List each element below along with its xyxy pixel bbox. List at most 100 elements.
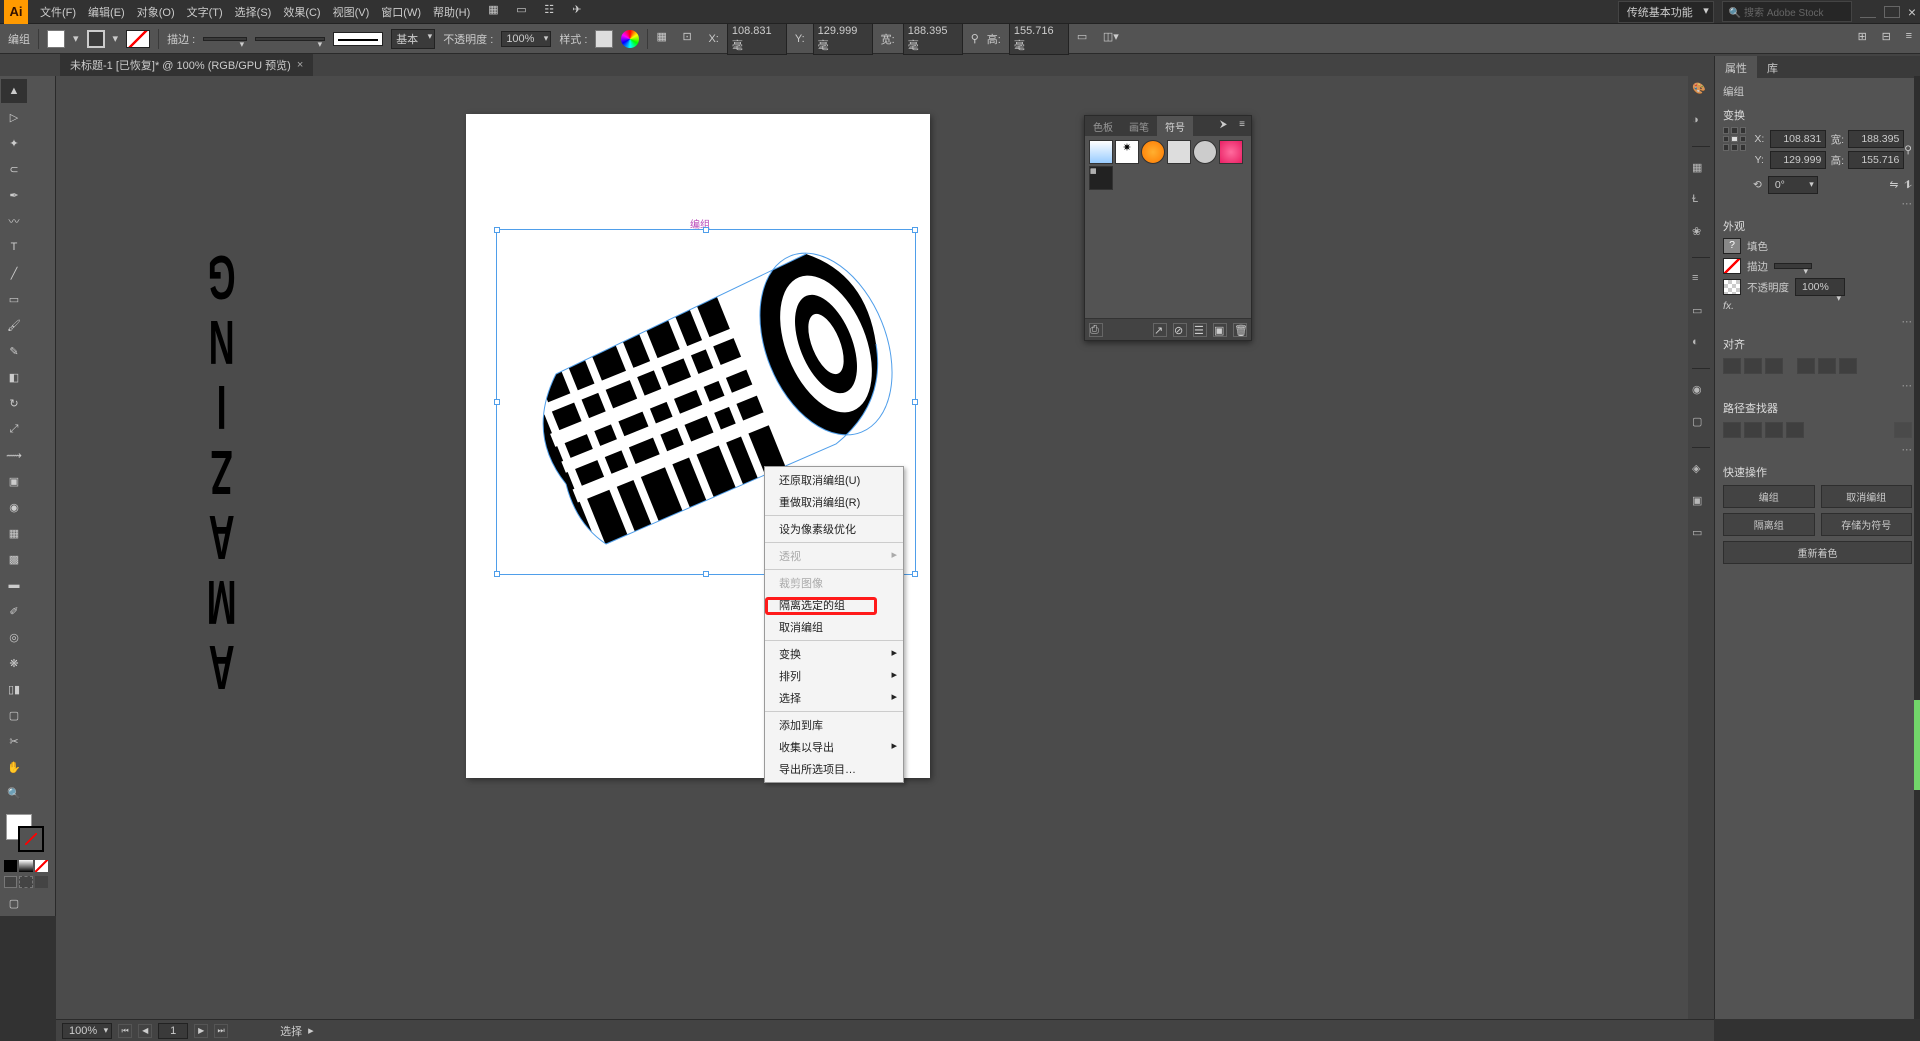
symbol-options-icon[interactable]: ☰ — [1193, 323, 1207, 337]
stroke-preview[interactable] — [333, 32, 383, 46]
color-guide-icon[interactable]: ◑ — [1692, 114, 1710, 132]
stroke-weight[interactable] — [203, 37, 247, 41]
artboard-number[interactable]: 1 — [158, 1023, 188, 1039]
ctx-isolate[interactable]: 隔离选定的组 — [765, 594, 903, 616]
stroke-panel-icon[interactable]: ≡ — [1692, 272, 1710, 290]
graphic-style-swatch[interactable] — [595, 30, 613, 48]
color-panel-icon[interactable]: 🎨 — [1692, 82, 1710, 100]
btn-recolor[interactable]: 重新着色 — [1723, 541, 1912, 564]
shape-builder-tool[interactable]: ◉ — [1, 495, 27, 519]
gradient-mode[interactable] — [19, 860, 32, 872]
symbol-item[interactable] — [1167, 140, 1191, 164]
ref-point-icon[interactable]: ⊡ — [682, 30, 700, 48]
stroke-swatch-ico[interactable] — [87, 30, 105, 48]
isolate-icon[interactable]: ⊞ — [1858, 30, 1876, 48]
prop-h[interactable]: 155.716 — [1848, 151, 1904, 169]
layout-icon[interactable]: ☷ — [544, 3, 562, 21]
gradient-tool[interactable]: ▬ — [1, 573, 27, 597]
symbol-item[interactable] — [1141, 140, 1165, 164]
transform-panel-icon[interactable]: ▭ — [1077, 30, 1095, 48]
blend-tool[interactable]: ◎ — [1, 625, 27, 649]
collapse-icon[interactable]: ⮞ — [1214, 116, 1233, 136]
gradient-panel-icon[interactable]: ▭ — [1692, 304, 1710, 322]
swatches-icon[interactable]: ▦ — [1692, 161, 1710, 179]
layers-icon[interactable]: ◈ — [1692, 462, 1710, 480]
draw-normal[interactable] — [4, 876, 17, 888]
symbol-item[interactable]: ▦ — [1089, 166, 1113, 190]
x-input[interactable]: 108.831 毫 — [727, 23, 787, 55]
stroke-varwidth[interactable] — [255, 37, 325, 41]
window-close[interactable]: × — [1908, 4, 1916, 20]
ctx-undo[interactable]: 还原取消编组(U) — [765, 469, 903, 491]
menu-view[interactable]: 视图(V) — [327, 4, 376, 20]
line-tool[interactable]: ╱ — [1, 261, 27, 285]
align-vcenter[interactable] — [1818, 358, 1836, 374]
hand-tool[interactable]: ✋ — [1, 755, 27, 779]
curvature-tool[interactable]: 〰 — [1, 209, 27, 233]
ctx-add-library[interactable]: 添加到库 — [765, 714, 903, 736]
recolor-icon[interactable] — [621, 30, 639, 48]
column-graph-tool[interactable]: ▯▮ — [1, 677, 27, 701]
stroke-box[interactable] — [18, 826, 44, 852]
zoom-level[interactable]: 100% — [62, 1023, 112, 1039]
window-minimize[interactable] — [1860, 6, 1876, 18]
symbol-sprayer-tool[interactable]: ❋ — [1, 651, 27, 675]
gpu-icon[interactable]: ✈ — [572, 3, 590, 21]
prop-y[interactable]: 129.999 — [1770, 151, 1826, 169]
libraries-tab[interactable]: 库 — [1757, 56, 1788, 78]
window-maximize[interactable] — [1884, 6, 1900, 18]
scroll-thumb[interactable] — [1914, 700, 1920, 790]
symbol-lib-icon[interactable]: ⎙ — [1089, 323, 1103, 337]
bridge-icon[interactable]: ▦ — [488, 3, 506, 21]
pathfinder-more[interactable]: ⋯ — [1723, 444, 1912, 456]
menu-select[interactable]: 选择(S) — [229, 4, 278, 20]
appearance-more[interactable]: ⋯ — [1723, 316, 1912, 328]
artboards-panel-icon[interactable]: ▭ — [1692, 526, 1710, 544]
reference-point[interactable] — [1723, 127, 1746, 151]
panel-menu-icon[interactable]: ≡ — [1233, 116, 1251, 136]
lasso-tool[interactable]: ⊂ — [1, 157, 27, 181]
minus-front[interactable] — [1744, 422, 1762, 438]
menu-help[interactable]: 帮助(H) — [427, 4, 476, 20]
properties-tab[interactable]: 属性 — [1715, 56, 1757, 78]
place-symbol-icon[interactable]: ↗ — [1153, 323, 1167, 337]
paintbrush-tool[interactable]: 🖌 — [1, 313, 27, 337]
tab-brushes[interactable]: 画笔 — [1121, 116, 1157, 136]
ctx-select[interactable]: 选择 — [765, 687, 903, 709]
magic-wand-tool[interactable]: ✦ — [1, 131, 27, 155]
last-artboard[interactable]: ⏭ — [214, 1024, 228, 1038]
status-menu-icon[interactable]: ▸ — [308, 1024, 314, 1037]
expand[interactable] — [1894, 422, 1912, 438]
no-fill-icon[interactable] — [126, 30, 150, 48]
handle-bl[interactable] — [494, 571, 500, 577]
arrange-docs-icon[interactable]: ▭ — [516, 3, 534, 21]
ctx-ungroup[interactable]: 取消编组 — [765, 616, 903, 638]
mesh-tool[interactable]: ▩ — [1, 547, 27, 571]
menu-window[interactable]: 窗口(W) — [375, 4, 427, 20]
free-transform-tool[interactable]: ▣ — [1, 469, 27, 493]
ctx-transform[interactable]: 变换 — [765, 643, 903, 665]
symbol-item[interactable] — [1193, 140, 1217, 164]
artboard-tool[interactable]: ▢ — [1, 703, 27, 727]
ctx-arrange[interactable]: 排列 — [765, 665, 903, 687]
handle-mr[interactable] — [912, 399, 918, 405]
shape-mode-icon[interactable]: ◫▾ — [1103, 30, 1121, 48]
handle-tl[interactable] — [494, 227, 500, 233]
fill-dd-icon[interactable]: ▾ — [73, 32, 79, 45]
first-artboard[interactable]: ⏮ — [118, 1024, 132, 1038]
handle-br[interactable] — [912, 571, 918, 577]
handle-tr[interactable] — [912, 227, 918, 233]
eyedropper-tool[interactable]: ✐ — [1, 599, 27, 623]
edit-contents-icon[interactable]: ⊟ — [1882, 30, 1900, 48]
break-link-icon[interactable]: ⊘ — [1173, 323, 1187, 337]
next-artboard[interactable]: ▶ — [194, 1024, 208, 1038]
btn-group[interactable]: 编组 — [1723, 485, 1815, 508]
prev-artboard[interactable]: ◀ — [138, 1024, 152, 1038]
scale-tool[interactable]: ⤢ — [1, 417, 27, 441]
exclude[interactable] — [1786, 422, 1804, 438]
symbols-panel[interactable]: 色板 画笔 符号 ⮞ ≡ ✷ ▦ ⎙ ↗ ⊘ ☰ ▣ 🗑 — [1084, 115, 1252, 341]
width-tool[interactable]: ⟿ — [1, 443, 27, 467]
rotate-tool[interactable]: ↻ — [1, 391, 27, 415]
symbols-icon[interactable]: ❀ — [1692, 225, 1710, 243]
align-top[interactable] — [1797, 358, 1815, 374]
